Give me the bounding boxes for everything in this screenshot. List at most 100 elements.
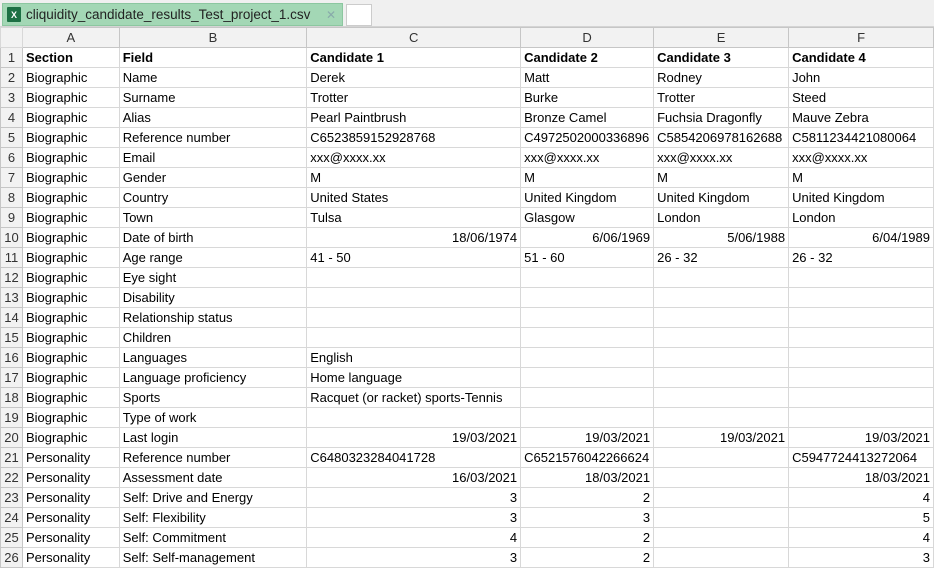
cell[interactable] — [520, 327, 655, 348]
cell[interactable] — [788, 327, 934, 348]
row-header[interactable]: 1 — [0, 47, 23, 68]
cell[interactable]: Reference number — [118, 127, 308, 148]
cell[interactable] — [788, 267, 934, 288]
cell[interactable]: C5947724413272064 — [788, 447, 934, 468]
row-header[interactable]: 7 — [0, 167, 23, 188]
file-tab[interactable]: X cliquidity_candidate_results_Test_proj… — [2, 3, 343, 26]
cell[interactable]: Disability — [118, 287, 308, 308]
cell[interactable]: Burke — [520, 87, 655, 108]
cell[interactable]: Age range — [118, 247, 308, 268]
cell[interactable]: Trotter — [653, 87, 790, 108]
row-header[interactable]: 17 — [0, 367, 23, 388]
cell[interactable]: C5854206978162688 — [653, 127, 790, 148]
cell[interactable]: C4972502000336896 — [520, 127, 655, 148]
select-all-corner[interactable] — [0, 27, 23, 48]
cell[interactable]: Biographic — [21, 227, 120, 248]
cell[interactable] — [653, 367, 790, 388]
cell[interactable]: C6480323284041728 — [306, 447, 522, 468]
cell[interactable]: 5/06/1988 — [653, 227, 790, 248]
row-header[interactable]: 9 — [0, 207, 23, 228]
cell[interactable]: London — [788, 207, 934, 228]
cell[interactable] — [306, 407, 522, 428]
cell[interactable]: Biographic — [21, 387, 120, 408]
cell[interactable] — [306, 267, 522, 288]
cell[interactable]: 3 — [306, 507, 522, 528]
cell[interactable]: Country — [118, 187, 308, 208]
row-header[interactable]: 11 — [0, 247, 23, 268]
cell[interactable]: Personality — [21, 507, 120, 528]
cell[interactable]: 19/03/2021 — [788, 427, 934, 448]
cell[interactable]: Mauve Zebra — [788, 107, 934, 128]
cell[interactable]: Gender — [118, 167, 308, 188]
cell[interactable] — [788, 347, 934, 368]
row-header[interactable]: 6 — [0, 147, 23, 168]
cell[interactable] — [788, 287, 934, 308]
row-header[interactable]: 8 — [0, 187, 23, 208]
cell[interactable]: Biographic — [21, 107, 120, 128]
column-header-B[interactable]: B — [118, 27, 308, 48]
cell[interactable]: C6521576042266624 — [520, 447, 655, 468]
cell[interactable]: London — [653, 207, 790, 228]
cell[interactable]: Type of work — [118, 407, 308, 428]
cell[interactable]: Biographic — [21, 307, 120, 328]
row-header[interactable]: 24 — [0, 507, 23, 528]
cell[interactable]: M — [788, 167, 934, 188]
cell[interactable]: C6523859152928768 — [306, 127, 522, 148]
column-header-E[interactable]: E — [653, 27, 790, 48]
cell[interactable]: Assessment date — [118, 467, 308, 488]
cell[interactable]: Racquet (or racket) sports-Tennis — [306, 387, 522, 408]
cell[interactable]: Children — [118, 327, 308, 348]
cell[interactable]: M — [653, 167, 790, 188]
row-header[interactable]: 5 — [0, 127, 23, 148]
cell[interactable]: 3 — [306, 487, 522, 508]
cell[interactable]: Trotter — [306, 87, 522, 108]
cell[interactable]: Field — [118, 47, 308, 68]
cell[interactable]: Glasgow — [520, 207, 655, 228]
cell[interactable]: Biographic — [21, 407, 120, 428]
cell[interactable]: 16/03/2021 — [306, 467, 522, 488]
cell[interactable] — [306, 307, 522, 328]
cell[interactable]: 2 — [520, 527, 655, 548]
cell[interactable] — [653, 527, 790, 548]
row-header[interactable]: 3 — [0, 87, 23, 108]
row-header[interactable]: 18 — [0, 387, 23, 408]
cell[interactable] — [520, 267, 655, 288]
cell[interactable]: Alias — [118, 107, 308, 128]
cell[interactable]: 26 - 32 — [653, 247, 790, 268]
row-header[interactable]: 12 — [0, 267, 23, 288]
cell[interactable]: Sports — [118, 387, 308, 408]
cell[interactable]: Biographic — [21, 147, 120, 168]
cell[interactable]: Biographic — [21, 67, 120, 88]
cell[interactable]: Home language — [306, 367, 522, 388]
cell[interactable]: Personality — [21, 547, 120, 568]
cell[interactable]: Email — [118, 147, 308, 168]
cell[interactable]: Section — [21, 47, 120, 68]
cell[interactable]: 19/03/2021 — [520, 427, 655, 448]
cell[interactable] — [520, 347, 655, 368]
cell[interactable]: Biographic — [21, 187, 120, 208]
cell[interactable]: Biographic — [21, 427, 120, 448]
row-header[interactable]: 21 — [0, 447, 23, 468]
column-header-C[interactable]: C — [306, 27, 522, 48]
cell[interactable]: Matt — [520, 67, 655, 88]
cell[interactable]: 26 - 32 — [788, 247, 934, 268]
cell[interactable]: Personality — [21, 467, 120, 488]
cell[interactable]: M — [306, 167, 522, 188]
cell[interactable]: Biographic — [21, 367, 120, 388]
cell[interactable] — [653, 447, 790, 468]
column-header-A[interactable]: A — [21, 27, 120, 48]
cell[interactable]: English — [306, 347, 522, 368]
cell[interactable]: Last login — [118, 427, 308, 448]
cell[interactable] — [788, 387, 934, 408]
cell[interactable] — [788, 367, 934, 388]
cell[interactable] — [788, 407, 934, 428]
cell[interactable] — [653, 547, 790, 568]
cell[interactable]: C5811234421080064 — [788, 127, 934, 148]
row-header[interactable]: 16 — [0, 347, 23, 368]
cell[interactable]: Biographic — [21, 347, 120, 368]
cell[interactable]: 4 — [788, 487, 934, 508]
row-header[interactable]: 20 — [0, 427, 23, 448]
cell[interactable]: Self: Commitment — [118, 527, 308, 548]
cell[interactable] — [306, 287, 522, 308]
row-header[interactable]: 15 — [0, 327, 23, 348]
